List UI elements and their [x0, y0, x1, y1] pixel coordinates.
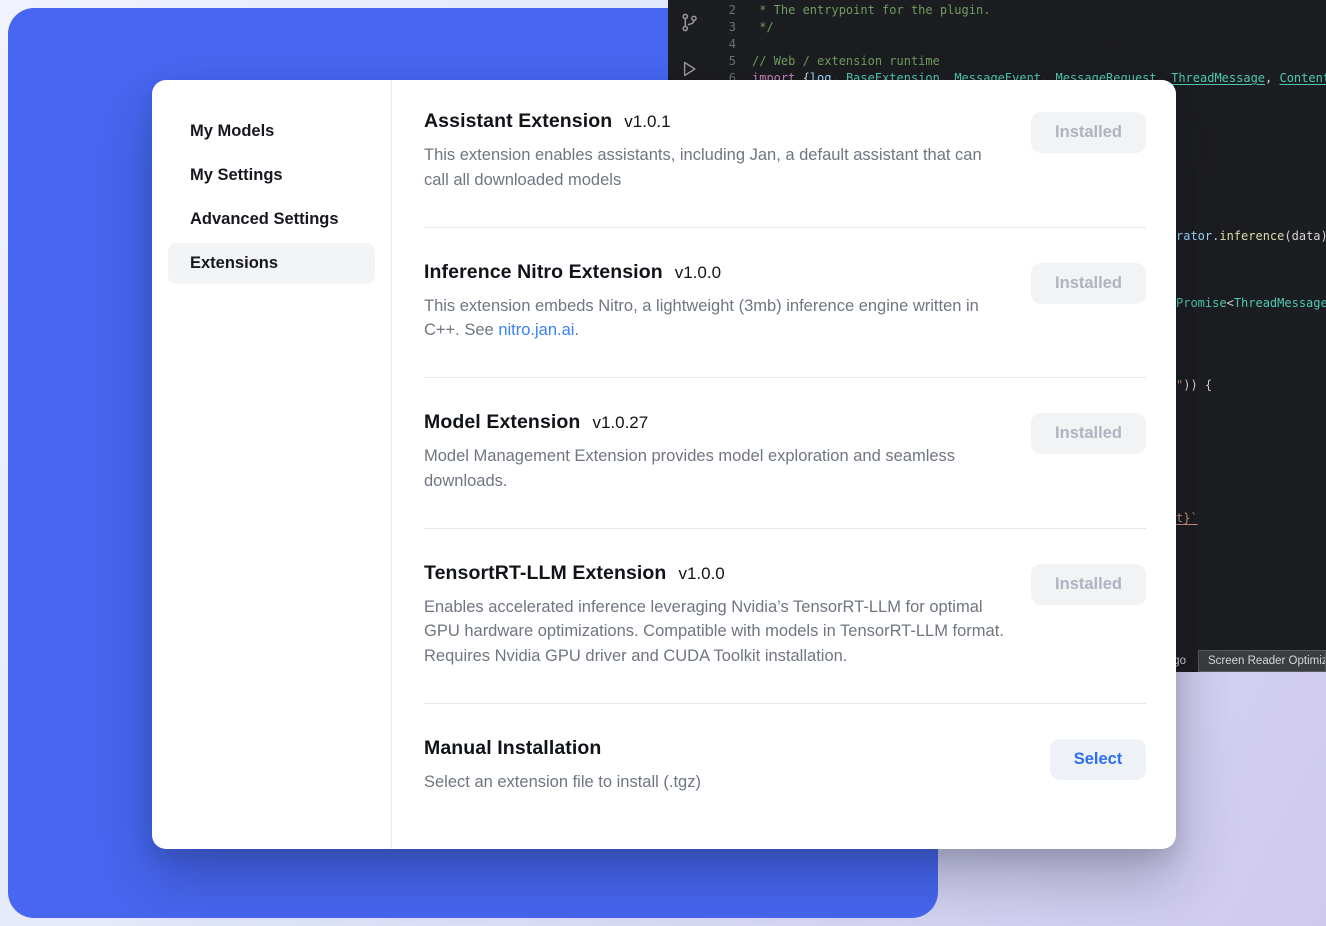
extension-title: Assistant Extension — [424, 110, 612, 133]
page-background: 2 * The entrypoint for the plugin. 3 */ … — [0, 0, 1326, 926]
code-area: 2 * The entrypoint for the plugin. 3 */ … — [710, 2, 1326, 87]
code-line: 3 */ — [710, 19, 1326, 36]
code-fragment: t}` — [1176, 511, 1198, 525]
extension-title: Inference Nitro Extension — [424, 261, 663, 284]
extension-version: v1.0.0 — [678, 564, 724, 584]
extensions-panel: Assistant Extension v1.0.1 This extensio… — [392, 80, 1176, 849]
code-fragment: ")) { — [1176, 378, 1212, 392]
extension-version: v1.0.0 — [675, 263, 721, 283]
extension-title: TensortRT-LLM Extension — [424, 562, 666, 585]
nav-item-my-settings[interactable]: My Settings — [168, 155, 375, 196]
extension-section-model: Model Extension v1.0.27 Model Management… — [424, 378, 1146, 529]
manual-installation-description: Select an extension file to install (.tg… — [424, 770, 701, 795]
extension-title: Model Extension — [424, 411, 580, 434]
code-line: 5// Web / extension runtime — [710, 53, 1326, 70]
line-number: 3 — [710, 19, 736, 36]
installed-button[interactable]: Installed — [1031, 112, 1146, 153]
line-number: 4 — [710, 36, 736, 53]
extension-description: This extension enables assistants, inclu… — [424, 143, 1009, 193]
screen-reader-badge: Screen Reader Optimize — [1198, 650, 1326, 672]
line-number: 2 — [710, 2, 736, 19]
nitro-jan-ai-link[interactable]: nitro.jan.ai — [498, 321, 574, 339]
nav-item-my-models[interactable]: My Models — [168, 111, 375, 152]
line-number: 5 — [710, 53, 736, 70]
extension-version: v1.0.1 — [624, 112, 670, 132]
manual-installation-title: Manual Installation — [424, 737, 601, 760]
code-line: 2 * The entrypoint for the plugin. — [710, 2, 1326, 19]
run-icon — [679, 59, 699, 79]
nav-item-extensions[interactable]: Extensions — [168, 243, 375, 284]
settings-modal: My Models My Settings Advanced Settings … — [152, 80, 1176, 849]
extension-section-tensorrt: TensortRT-LLM Extension v1.0.0 Enables a… — [424, 529, 1146, 704]
installed-button[interactable]: Installed — [1031, 564, 1146, 605]
code-fragment: Promise<ThreadMessage> — [1176, 296, 1326, 310]
extension-description: Model Management Extension provides mode… — [424, 444, 1009, 494]
installed-button[interactable]: Installed — [1031, 263, 1146, 304]
settings-nav: My Models My Settings Advanced Settings … — [152, 80, 392, 849]
code-fragment: rator.inference(data)); — [1176, 229, 1326, 243]
extension-description: This extension embeds Nitro, a lightweig… — [424, 294, 1009, 344]
select-file-button[interactable]: Select — [1050, 739, 1146, 780]
extension-version: v1.0.27 — [592, 413, 648, 433]
extension-description: Enables accelerated inference leveraging… — [424, 595, 1009, 669]
extension-section-nitro: Inference Nitro Extension v1.0.0 This ex… — [424, 228, 1146, 379]
manual-installation-section: Manual Installation Select an extension … — [424, 704, 1146, 829]
source-control-icon — [679, 12, 700, 33]
code-line: 4 — [710, 36, 1326, 53]
installed-button[interactable]: Installed — [1031, 413, 1146, 454]
nav-item-advanced-settings[interactable]: Advanced Settings — [168, 199, 375, 240]
extension-section-assistant: Assistant Extension v1.0.1 This extensio… — [424, 80, 1146, 228]
